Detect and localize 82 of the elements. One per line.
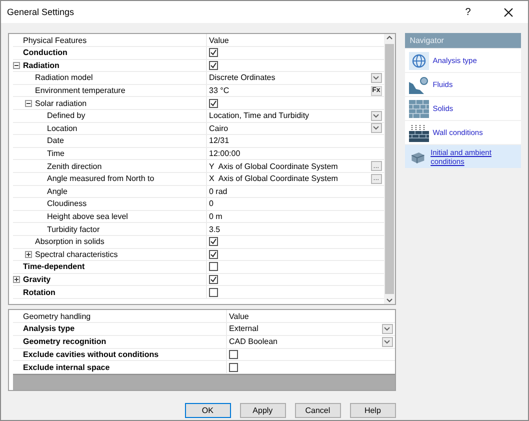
property-label: Angle xyxy=(47,186,68,196)
scrollbar[interactable] xyxy=(384,34,395,304)
dialog-button[interactable]: OK xyxy=(184,403,231,418)
property-value: 3.5 xyxy=(209,224,222,234)
property-label: Conduction xyxy=(23,48,68,58)
globe-icon xyxy=(408,52,429,70)
scroll-up-icon[interactable] xyxy=(386,34,393,42)
dialog-button[interactable]: Apply xyxy=(240,403,286,418)
property-value: Location, Time and Turbidity xyxy=(209,111,310,120)
property-value: 12:00:00 xyxy=(209,149,242,158)
close-icon xyxy=(504,8,512,16)
scroll-down-icon[interactable] xyxy=(386,296,393,304)
property-label: Environment temperature xyxy=(35,86,126,96)
help-button[interactable]: ? xyxy=(448,1,488,23)
dropdown-button[interactable] xyxy=(370,72,382,83)
property-value: 0 rad xyxy=(209,186,228,196)
dialog-button[interactable]: Cancel xyxy=(294,403,341,418)
checkbox[interactable] xyxy=(209,250,218,259)
property-label: Gravity xyxy=(23,274,51,284)
checkbox[interactable] xyxy=(229,362,238,372)
collapse-icon[interactable] xyxy=(13,62,20,69)
property-label: Radiation xyxy=(23,60,60,70)
column-header: Geometry handling xyxy=(23,312,91,320)
property-label: Time xyxy=(47,149,64,158)
property-value: 33 °C xyxy=(209,86,230,96)
property-label: Exclude cavities without conditions xyxy=(23,350,159,359)
chevron-down-icon xyxy=(384,326,390,331)
property-value: External xyxy=(229,324,260,334)
dropdown-button[interactable] xyxy=(370,123,382,134)
dropdown-button[interactable] xyxy=(382,336,393,347)
property-label: Location xyxy=(47,124,78,133)
checkbox[interactable] xyxy=(209,60,218,70)
collapse-icon[interactable] xyxy=(25,100,32,107)
property-label: Height above sea level xyxy=(47,212,128,222)
property-value: Discrete Ordinates xyxy=(209,73,276,82)
checkbox[interactable] xyxy=(209,262,218,272)
property-label: Geometry recognition xyxy=(23,337,106,346)
property-label: Cloudiness xyxy=(47,199,87,208)
property-label: Turbidity factor xyxy=(47,224,100,234)
property-value: 0 xyxy=(209,199,214,208)
property-label: Radiation model xyxy=(35,73,93,82)
property-label: Spectral characteristics xyxy=(35,250,118,259)
checkbox[interactable] xyxy=(229,350,238,359)
dropdown-button[interactable] xyxy=(370,110,382,121)
checkbox[interactable] xyxy=(209,288,218,297)
column-header: Value xyxy=(209,36,229,44)
property-value: 12/31 xyxy=(209,136,230,146)
property-value: Cairo xyxy=(209,124,230,133)
brick-wall-icon xyxy=(408,100,429,118)
property-label: Rotation xyxy=(23,288,56,297)
property-label: Defined by xyxy=(47,111,86,120)
navigator-title: Navigator xyxy=(404,33,521,48)
checkbox[interactable] xyxy=(209,48,218,58)
property-value: 0 m xyxy=(209,212,224,222)
property-label: Solar radiation xyxy=(35,98,87,108)
column-header: Value xyxy=(229,312,249,320)
dialog-button[interactable]: Help xyxy=(350,403,396,418)
property-value: CAD Boolean xyxy=(229,337,278,346)
wall-icon xyxy=(408,124,429,142)
checkbox[interactable] xyxy=(209,274,218,284)
window-title: General Settings xyxy=(7,7,76,17)
expand-icon[interactable] xyxy=(25,250,32,258)
chevron-down-icon xyxy=(373,114,380,118)
expand-icon[interactable] xyxy=(13,276,20,283)
column-header: Physical Features xyxy=(23,36,87,44)
fluid-icon xyxy=(408,76,429,94)
checkbox[interactable] xyxy=(209,98,218,108)
chevron-down-icon xyxy=(373,76,380,80)
property-label: Zenith direction xyxy=(47,162,102,171)
chevron-down-icon xyxy=(373,126,380,130)
scrollbar-thumb[interactable] xyxy=(384,44,394,294)
property-label: Analysis type xyxy=(23,324,75,334)
checkbox[interactable] xyxy=(209,237,218,246)
property-label: Absorption in solids xyxy=(35,237,104,246)
dropdown-button[interactable] xyxy=(382,324,393,334)
property-label: Angle measured from North to xyxy=(47,174,154,184)
property-label: Date xyxy=(47,136,64,146)
property-label: Time-dependent xyxy=(23,262,85,272)
property-label: Exclude internal space xyxy=(23,362,110,372)
property-value: Y Axis of Global Coordinate System xyxy=(209,162,339,171)
property-value: X Axis of Global Coordinate System xyxy=(209,174,339,184)
chevron-down-icon xyxy=(384,340,390,344)
